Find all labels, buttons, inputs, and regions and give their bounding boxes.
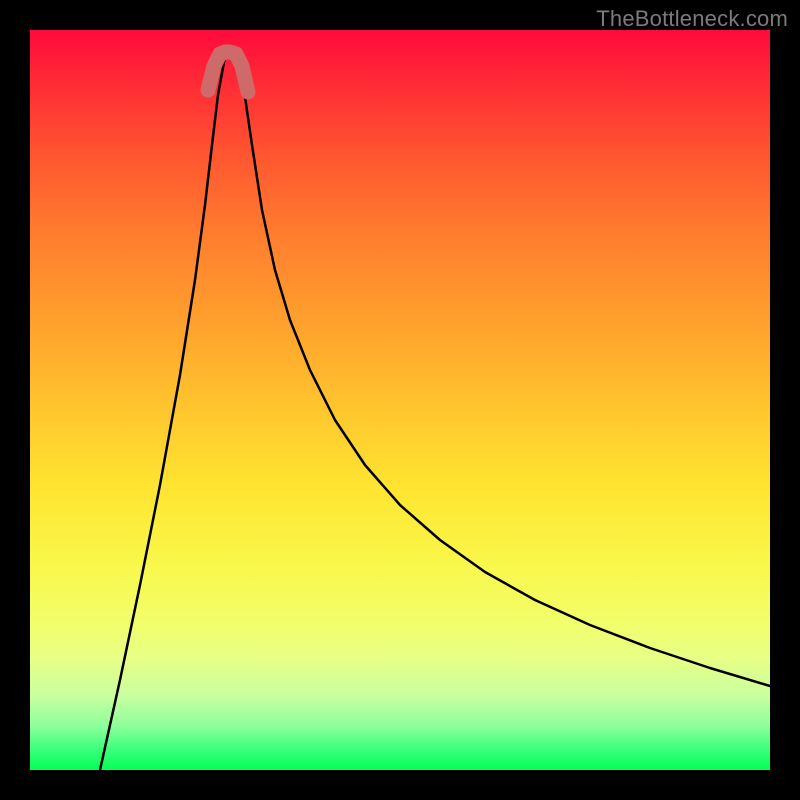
watermark-text: TheBottleneck.com xyxy=(596,6,788,32)
chart-svg xyxy=(30,30,770,770)
outer-frame: TheBottleneck.com xyxy=(0,0,800,800)
target-notch xyxy=(208,52,248,92)
bottleneck-curve xyxy=(100,46,770,770)
plot-area xyxy=(30,30,770,770)
